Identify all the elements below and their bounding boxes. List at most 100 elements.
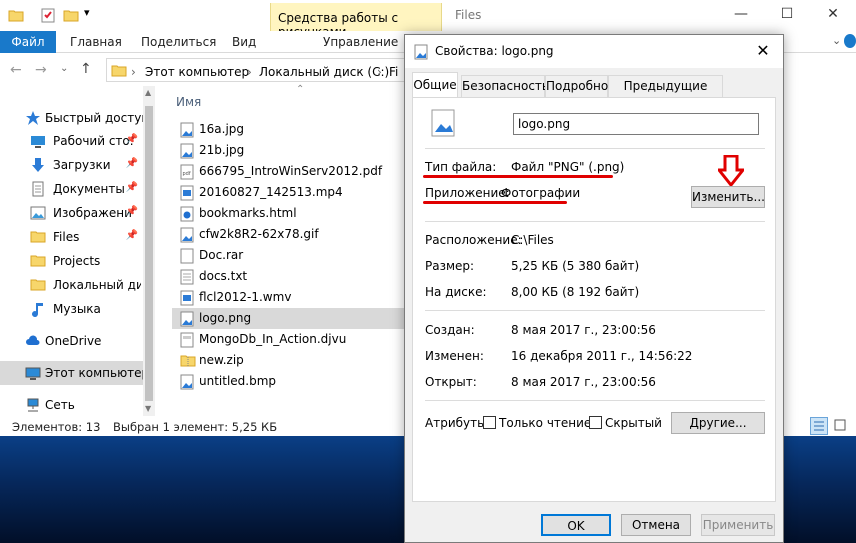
file-name: 21b.jpg — [199, 143, 245, 157]
tab-details[interactable]: Подробно — [545, 75, 608, 97]
minimize-button[interactable]: — — [718, 0, 764, 30]
back-arrow-icon[interactable]: ← — [10, 62, 22, 78]
file-name: docs.txt — [199, 269, 248, 283]
cancel-button[interactable]: Отмена — [621, 514, 691, 536]
file-row[interactable]: pdf 666795_IntroWinServ2012.pdf — [172, 161, 404, 182]
video-file-icon — [180, 185, 194, 201]
nav-music[interactable]: Музыка — [0, 297, 150, 321]
file-row[interactable]: logo.png — [172, 308, 404, 329]
pin-icon: 📌 — [125, 230, 138, 241]
breadcrumb-local-disk[interactable]: Локальный диск (C:) — [259, 65, 389, 79]
nav-network[interactable]: Сеть — [0, 393, 150, 417]
file-row[interactable]: Doc.rar — [172, 245, 404, 266]
cloud-icon — [25, 333, 41, 349]
change-app-button[interactable]: Изменить... — [691, 186, 765, 208]
size-value: 5,25 КБ (5 380 байт) — [511, 259, 640, 273]
nav-pictures[interactable]: Изображени 📌 — [0, 201, 150, 225]
breadcrumb-this-pc[interactable]: Этот компьютер — [145, 65, 249, 79]
red-underline-annotation — [423, 201, 567, 204]
folder-icon — [111, 63, 127, 77]
picture-tools-context-tab: Средства работы с рисунками — [270, 3, 442, 39]
tab-share[interactable]: Поделиться — [141, 35, 216, 49]
selection-info: Выбран 1 элемент: 5,25 КБ — [113, 420, 278, 434]
file-row[interactable]: flcl2012-1.wmv — [172, 287, 404, 308]
nav-quick-access[interactable]: Быстрый доступ — [0, 106, 150, 130]
up-arrow-icon[interactable]: ↑ — [80, 61, 92, 77]
file-name: 20160827_142513.mp4 — [199, 185, 343, 199]
forward-arrow-icon[interactable]: → — [35, 62, 47, 78]
file-name: untitled.bmp — [199, 374, 277, 388]
ok-button[interactable]: OK — [541, 514, 611, 536]
large-image-file-icon — [431, 109, 455, 137]
tab-general[interactable]: Общие — [412, 72, 458, 98]
properties-dialog: Свойства: logo.png ✕ Общие Безопасность … — [404, 34, 784, 543]
nav-scrollbar[interactable]: ▲ ▼ — [143, 86, 155, 416]
file-row[interactable]: MongoDb_In_Action.djvu — [172, 329, 404, 350]
nav-label: Projects — [53, 254, 101, 268]
dialog-close-button[interactable]: ✕ — [751, 39, 775, 63]
modified-label: Изменен: — [425, 349, 484, 363]
nav-this-pc[interactable]: Этот компьютер — [0, 361, 145, 385]
nav-files[interactable]: Files 📌 — [0, 225, 150, 249]
file-row[interactable]: 20160827_142513.mp4 — [172, 182, 404, 203]
dialog-title: Свойства: logo.png — [435, 44, 554, 58]
nav-projects[interactable]: Projects — [0, 249, 150, 273]
file-name: logo.png — [199, 311, 252, 325]
close-button[interactable]: ✕ — [810, 0, 856, 30]
breadcrumb-files[interactable]: Fi — [389, 65, 398, 79]
tab-view[interactable]: Вид — [232, 35, 256, 49]
nav-downloads[interactable]: Загрузки 📌 — [0, 153, 150, 177]
file-row[interactable]: bookmarks.html — [172, 203, 404, 224]
advanced-attributes-button[interactable]: Другие... — [671, 412, 765, 434]
nav-label: Музыка — [53, 302, 101, 316]
image-file-icon — [414, 44, 428, 60]
created-value: 8 мая 2017 г., 23:00:56 — [511, 323, 656, 337]
file-name: 16a.jpg — [199, 122, 245, 136]
dialog-title-bar: Свойства: logo.png ✕ — [405, 35, 783, 68]
file-row[interactable]: 21b.jpg — [172, 140, 404, 161]
new-folder-quick-icon[interactable] — [63, 8, 79, 22]
tab-home[interactable]: Главная — [70, 35, 122, 49]
tab-manage[interactable]: Управление — [323, 35, 398, 49]
properties-quick-icon[interactable] — [40, 7, 56, 23]
scroll-thumb[interactable] — [145, 106, 153, 401]
file-name: flcl2012-1.wmv — [199, 290, 292, 304]
text-file-icon — [180, 269, 194, 285]
nav-local-disk[interactable]: Локальный дис — [0, 273, 150, 297]
address-bar[interactable]: › Этот компьютер › Локальный диск (C:) ›… — [106, 58, 406, 82]
recent-locations-icon[interactable]: ⌄ — [60, 63, 68, 74]
scroll-up-icon[interactable]: ▲ — [145, 88, 151, 97]
apply-button[interactable]: Применить — [701, 514, 775, 536]
tab-file[interactable]: Файл — [0, 31, 56, 53]
file-row[interactable]: new.zip — [172, 350, 404, 371]
scroll-down-icon[interactable]: ▼ — [145, 404, 151, 413]
image-file-icon — [180, 143, 194, 159]
hidden-label: Скрытый — [605, 416, 662, 430]
readonly-checkbox[interactable] — [483, 416, 496, 429]
filename-input[interactable]: logo.png — [513, 113, 759, 135]
readonly-label: Только чтение — [499, 416, 592, 430]
image-file-icon — [180, 122, 194, 138]
quick-access-dropdown-icon[interactable]: ▾ — [84, 6, 90, 19]
tab-previous-versions[interactable]: Предыдущие версии — [608, 75, 723, 113]
file-row[interactable]: untitled.bmp — [172, 371, 404, 392]
large-icons-view-icon[interactable] — [832, 417, 850, 435]
separator — [425, 310, 765, 311]
nav-documents[interactable]: Документы 📌 — [0, 177, 150, 201]
disk-size-value: 8,00 КБ (8 192 байт) — [511, 285, 640, 299]
file-row[interactable]: cfw2k8R2-62x78.gif — [172, 224, 404, 245]
image-file-icon — [180, 311, 194, 327]
nav-onedrive[interactable]: OneDrive — [0, 329, 150, 353]
details-view-icon[interactable] — [810, 417, 828, 435]
computer-icon — [25, 365, 41, 381]
nav-desktop[interactable]: Рабочий сто. 📌 — [0, 129, 150, 153]
file-row[interactable]: docs.txt — [172, 266, 404, 287]
column-header-name[interactable]: Имя — [176, 95, 201, 109]
archive-file-icon — [180, 248, 194, 264]
file-row[interactable]: 16a.jpg — [172, 119, 404, 140]
hidden-checkbox[interactable] — [589, 416, 602, 429]
ribbon-expand-icon[interactable]: ⌄ — [832, 34, 841, 47]
maximize-button[interactable]: ☐ — [764, 0, 810, 30]
tab-security[interactable]: Безопасность — [461, 75, 549, 97]
help-icon[interactable] — [844, 34, 856, 48]
